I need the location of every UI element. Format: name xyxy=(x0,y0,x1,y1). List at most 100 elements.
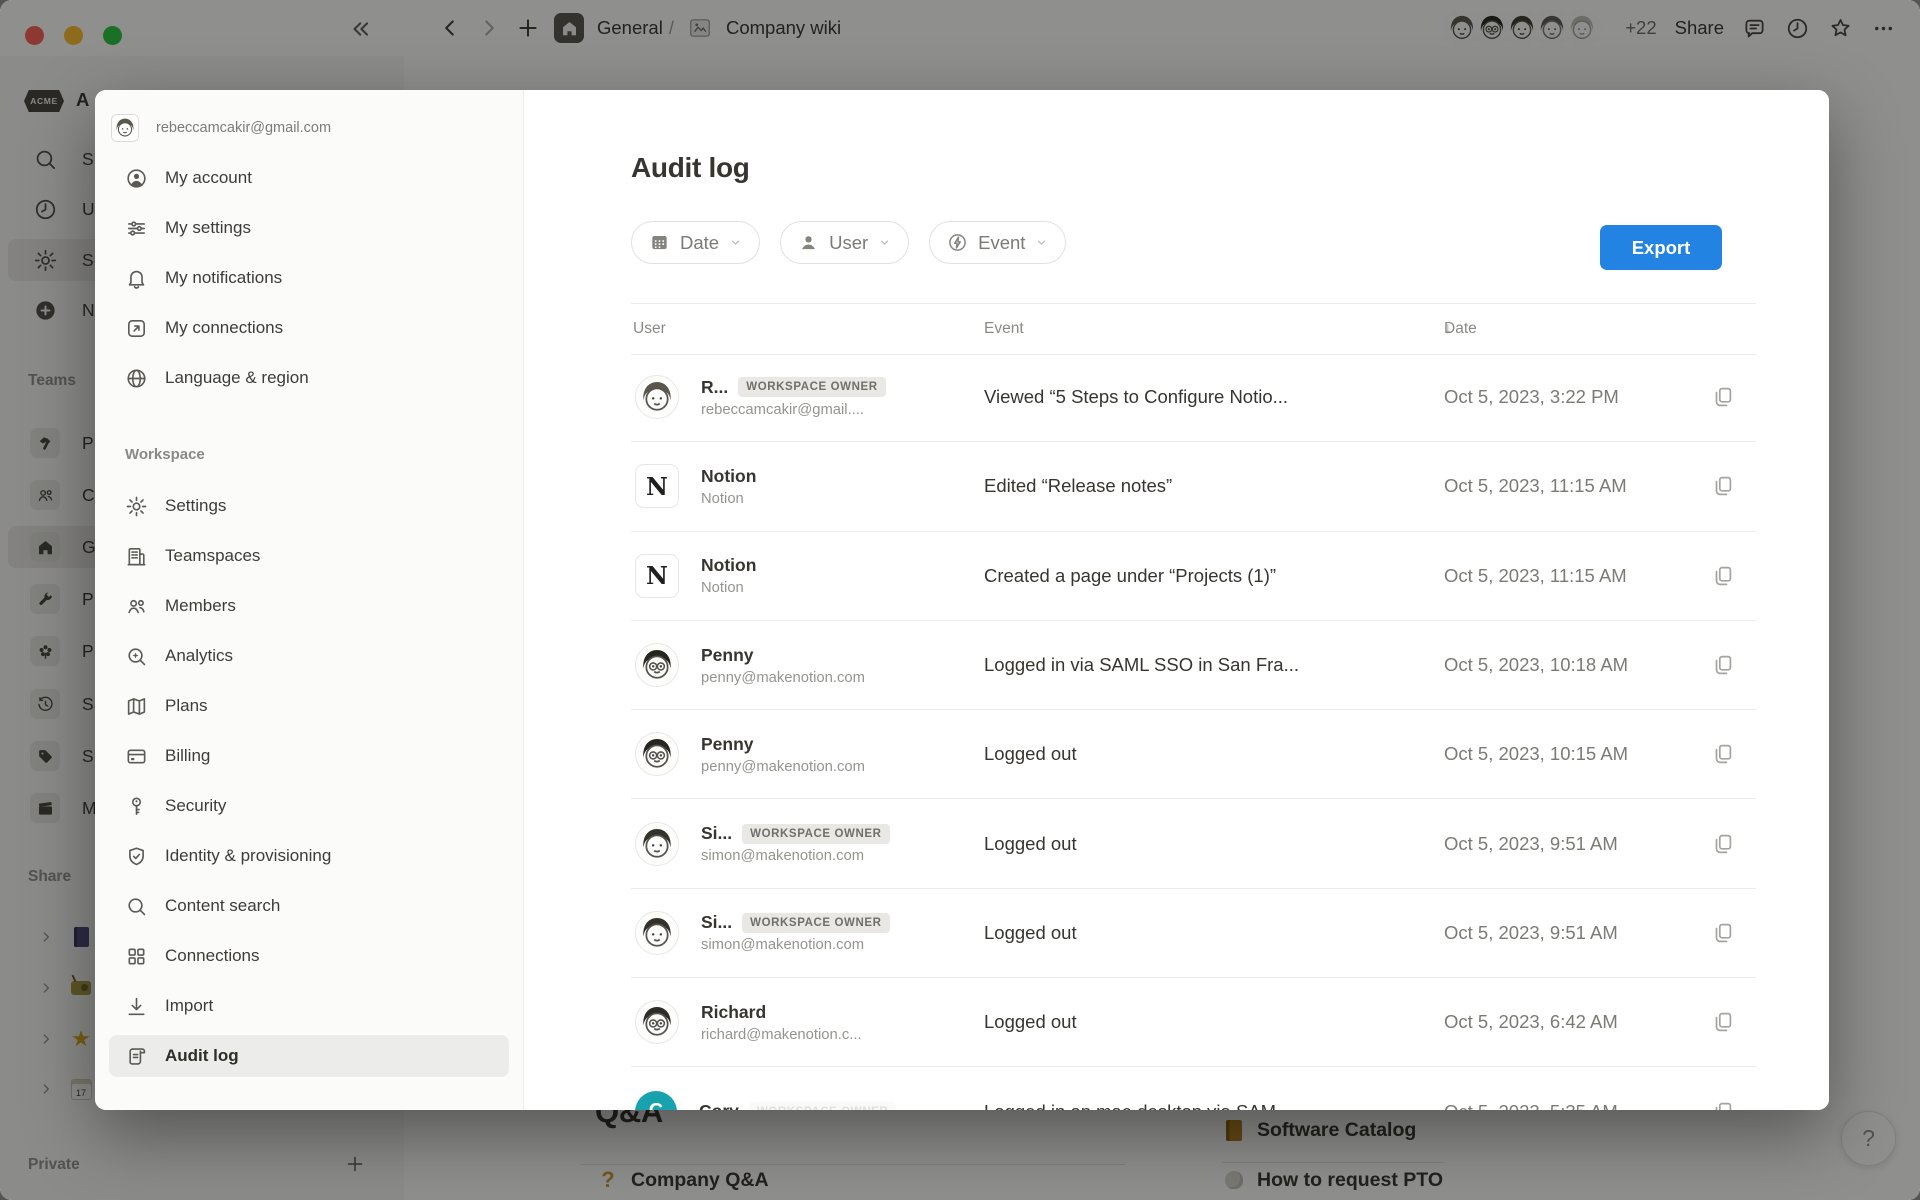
settings-nav-my-settings[interactable]: My settings xyxy=(109,207,509,249)
copy-icon[interactable] xyxy=(1711,1100,1735,1110)
copy-icon[interactable] xyxy=(1711,653,1735,677)
user-email: rebeccamcakir@gmail.... xyxy=(701,402,886,418)
avatar xyxy=(635,822,679,866)
date-cell: Oct 5, 2023, 11:15 AM xyxy=(1444,565,1627,587)
notion-window: General/ Company wiki +22 Share ACME A S… xyxy=(0,0,1920,1200)
menu-item-label: Import xyxy=(165,996,213,1016)
settings-nav-billing[interactable]: Billing xyxy=(109,735,509,777)
settings-nav-audit-log[interactable]: Audit log xyxy=(109,1035,509,1077)
account-header: rebeccamcakir@gmail.com xyxy=(111,114,331,142)
copy-icon[interactable] xyxy=(1711,832,1735,856)
settings-nav-my-account[interactable]: My account xyxy=(109,157,509,199)
filter-label: User xyxy=(829,232,868,254)
audit-log-row[interactable]: Pennypenny@makenotion.comLogged outOct 5… xyxy=(631,710,1756,799)
copy-icon[interactable] xyxy=(1711,1010,1735,1034)
menu-item-label: Settings xyxy=(165,496,226,516)
user-email: simon@makenotion.com xyxy=(701,937,890,953)
user-circle-icon xyxy=(125,167,148,190)
event-cell: Logged out xyxy=(984,1011,1077,1033)
settings-nav-teamspaces[interactable]: Teamspaces xyxy=(109,535,509,577)
chevron-down-icon xyxy=(1035,236,1048,249)
event-cell: Logged out xyxy=(984,833,1077,855)
copy-icon[interactable] xyxy=(1711,921,1735,945)
settings-nav-analytics[interactable]: Analytics xyxy=(109,635,509,677)
settings-nav-plans[interactable]: Plans xyxy=(109,685,509,727)
filter-label: Event xyxy=(978,232,1025,254)
copy-icon[interactable] xyxy=(1711,474,1735,498)
audit-log-row[interactable]: NNotionNotionCreated a page under “Proje… xyxy=(631,532,1756,621)
event-cell: Logged out xyxy=(984,743,1077,765)
grid-icon xyxy=(125,945,148,968)
column-header-event[interactable]: Event xyxy=(984,304,1024,354)
user-name: Si... xyxy=(701,823,732,844)
event-cell: Logged in via SAML SSO in San Fra... xyxy=(984,654,1299,676)
audit-log-row[interactable]: Pennypenny@makenotion.com Logged in via S… xyxy=(631,621,1756,710)
copy-icon[interactable] xyxy=(1711,564,1735,588)
map-icon xyxy=(125,695,148,718)
settings-nav-content-search[interactable]: Content search xyxy=(109,885,509,927)
building-icon xyxy=(125,545,148,568)
date-cell: Oct 5, 2023, 9:51 AM xyxy=(1444,833,1618,855)
date-cell: Oct 5, 2023, 10:15 AM xyxy=(1444,743,1628,765)
date-cell: Oct 5, 2023, 6:42 AM xyxy=(1444,1011,1618,1033)
event-cell: Edited “Release notes” xyxy=(984,475,1172,497)
sliders-icon xyxy=(125,217,148,240)
date-cell: Oct 5, 2023, 10:18 AM xyxy=(1444,654,1628,676)
event-cell: Viewed “5 Steps to Configure Notio... xyxy=(984,386,1288,408)
menu-item-label: Teamspaces xyxy=(165,546,260,566)
user-email: simon@makenotion.com xyxy=(701,848,890,864)
event-cell: Logged out xyxy=(984,922,1077,944)
card-icon xyxy=(125,745,148,768)
audit-log-row[interactable]: CCoryWORKSPACE OWNERLogged in on mac-des… xyxy=(631,1067,1756,1110)
user-name: Notion xyxy=(701,555,756,576)
audit-log-row[interactable]: Si...WORKSPACE OWNERsimon@makenotion.com… xyxy=(631,889,1756,978)
event-cell: Created a page under “Projects (1)” xyxy=(984,565,1276,587)
account-avatar xyxy=(111,114,139,142)
workspace-owner-badge: WORKSPACE OWNER xyxy=(742,824,889,844)
settings-nav-members[interactable]: Members xyxy=(109,585,509,627)
user-name: Penny xyxy=(701,645,754,666)
settings-sidebar: rebeccamcakir@gmail.com My account My set… xyxy=(95,90,524,1110)
workspace-section-label: Workspace xyxy=(125,446,205,463)
menu-item-label: Audit log xyxy=(165,1046,239,1066)
user-cell: Pennypenny@makenotion.com xyxy=(631,621,865,709)
filter-user[interactable]: User xyxy=(780,221,909,264)
chevron-down-icon xyxy=(729,236,742,249)
user-name: R... xyxy=(701,377,728,398)
copy-icon[interactable] xyxy=(1711,385,1735,409)
avatar xyxy=(635,643,679,687)
menu-item-label: Plans xyxy=(165,696,208,716)
account-email: rebeccamcakir@gmail.com xyxy=(156,120,331,136)
filter-event[interactable]: Event xyxy=(929,221,1066,264)
import-icon xyxy=(125,995,148,1018)
sort-descending-icon: ↓ xyxy=(1444,304,1452,354)
settings-nav-my-connections[interactable]: My connections xyxy=(109,307,509,349)
column-header-user[interactable]: User xyxy=(633,304,666,354)
audit-log-row[interactable]: Richardrichard@makenotion.c...Logged out… xyxy=(631,978,1756,1067)
notion-logo-avatar: N xyxy=(635,554,679,598)
audit-log-panel: Audit log DateUserEvent Export User Even… xyxy=(524,90,1829,1110)
search-icon xyxy=(125,895,148,918)
filter-date[interactable]: Date xyxy=(631,221,760,264)
export-button[interactable]: Export xyxy=(1600,225,1722,270)
settings-nav-my-notifications[interactable]: My notifications xyxy=(109,257,509,299)
settings-nav-connections[interactable]: Connections xyxy=(109,935,509,977)
workspace-menu: Settings Teamspaces Members Analytics Plans B… xyxy=(95,485,523,1077)
user-name: Penny xyxy=(701,734,754,755)
menu-item-label: My notifications xyxy=(165,268,282,288)
menu-item-label: Security xyxy=(165,796,226,816)
audit-log-row[interactable]: Si... WORKSPACE OWNER simon@makenotion.com… xyxy=(631,799,1756,888)
user-cell: NNotionNotion xyxy=(631,532,756,620)
settings-nav-security[interactable]: Security xyxy=(109,785,509,827)
audit-log-row[interactable]: R...WORKSPACE OWNERrebeccamcakir@gmail..… xyxy=(631,353,1756,442)
settings-nav-import[interactable]: Import xyxy=(109,985,509,1027)
settings-nav-language-region[interactable]: Language & region xyxy=(109,357,509,399)
bell-icon xyxy=(125,267,148,290)
menu-item-label: Identity & provisioning xyxy=(165,846,331,866)
settings-nav-identity-provisioning[interactable]: Identity & provisioning xyxy=(109,835,509,877)
menu-item-label: Billing xyxy=(165,746,210,766)
audit-log-row[interactable]: NNotionNotionEdited “Release notes”Oct 5… xyxy=(631,442,1756,531)
copy-icon[interactable] xyxy=(1711,742,1735,766)
settings-nav-settings[interactable]: Settings xyxy=(109,485,509,527)
menu-item-label: Content search xyxy=(165,896,280,916)
